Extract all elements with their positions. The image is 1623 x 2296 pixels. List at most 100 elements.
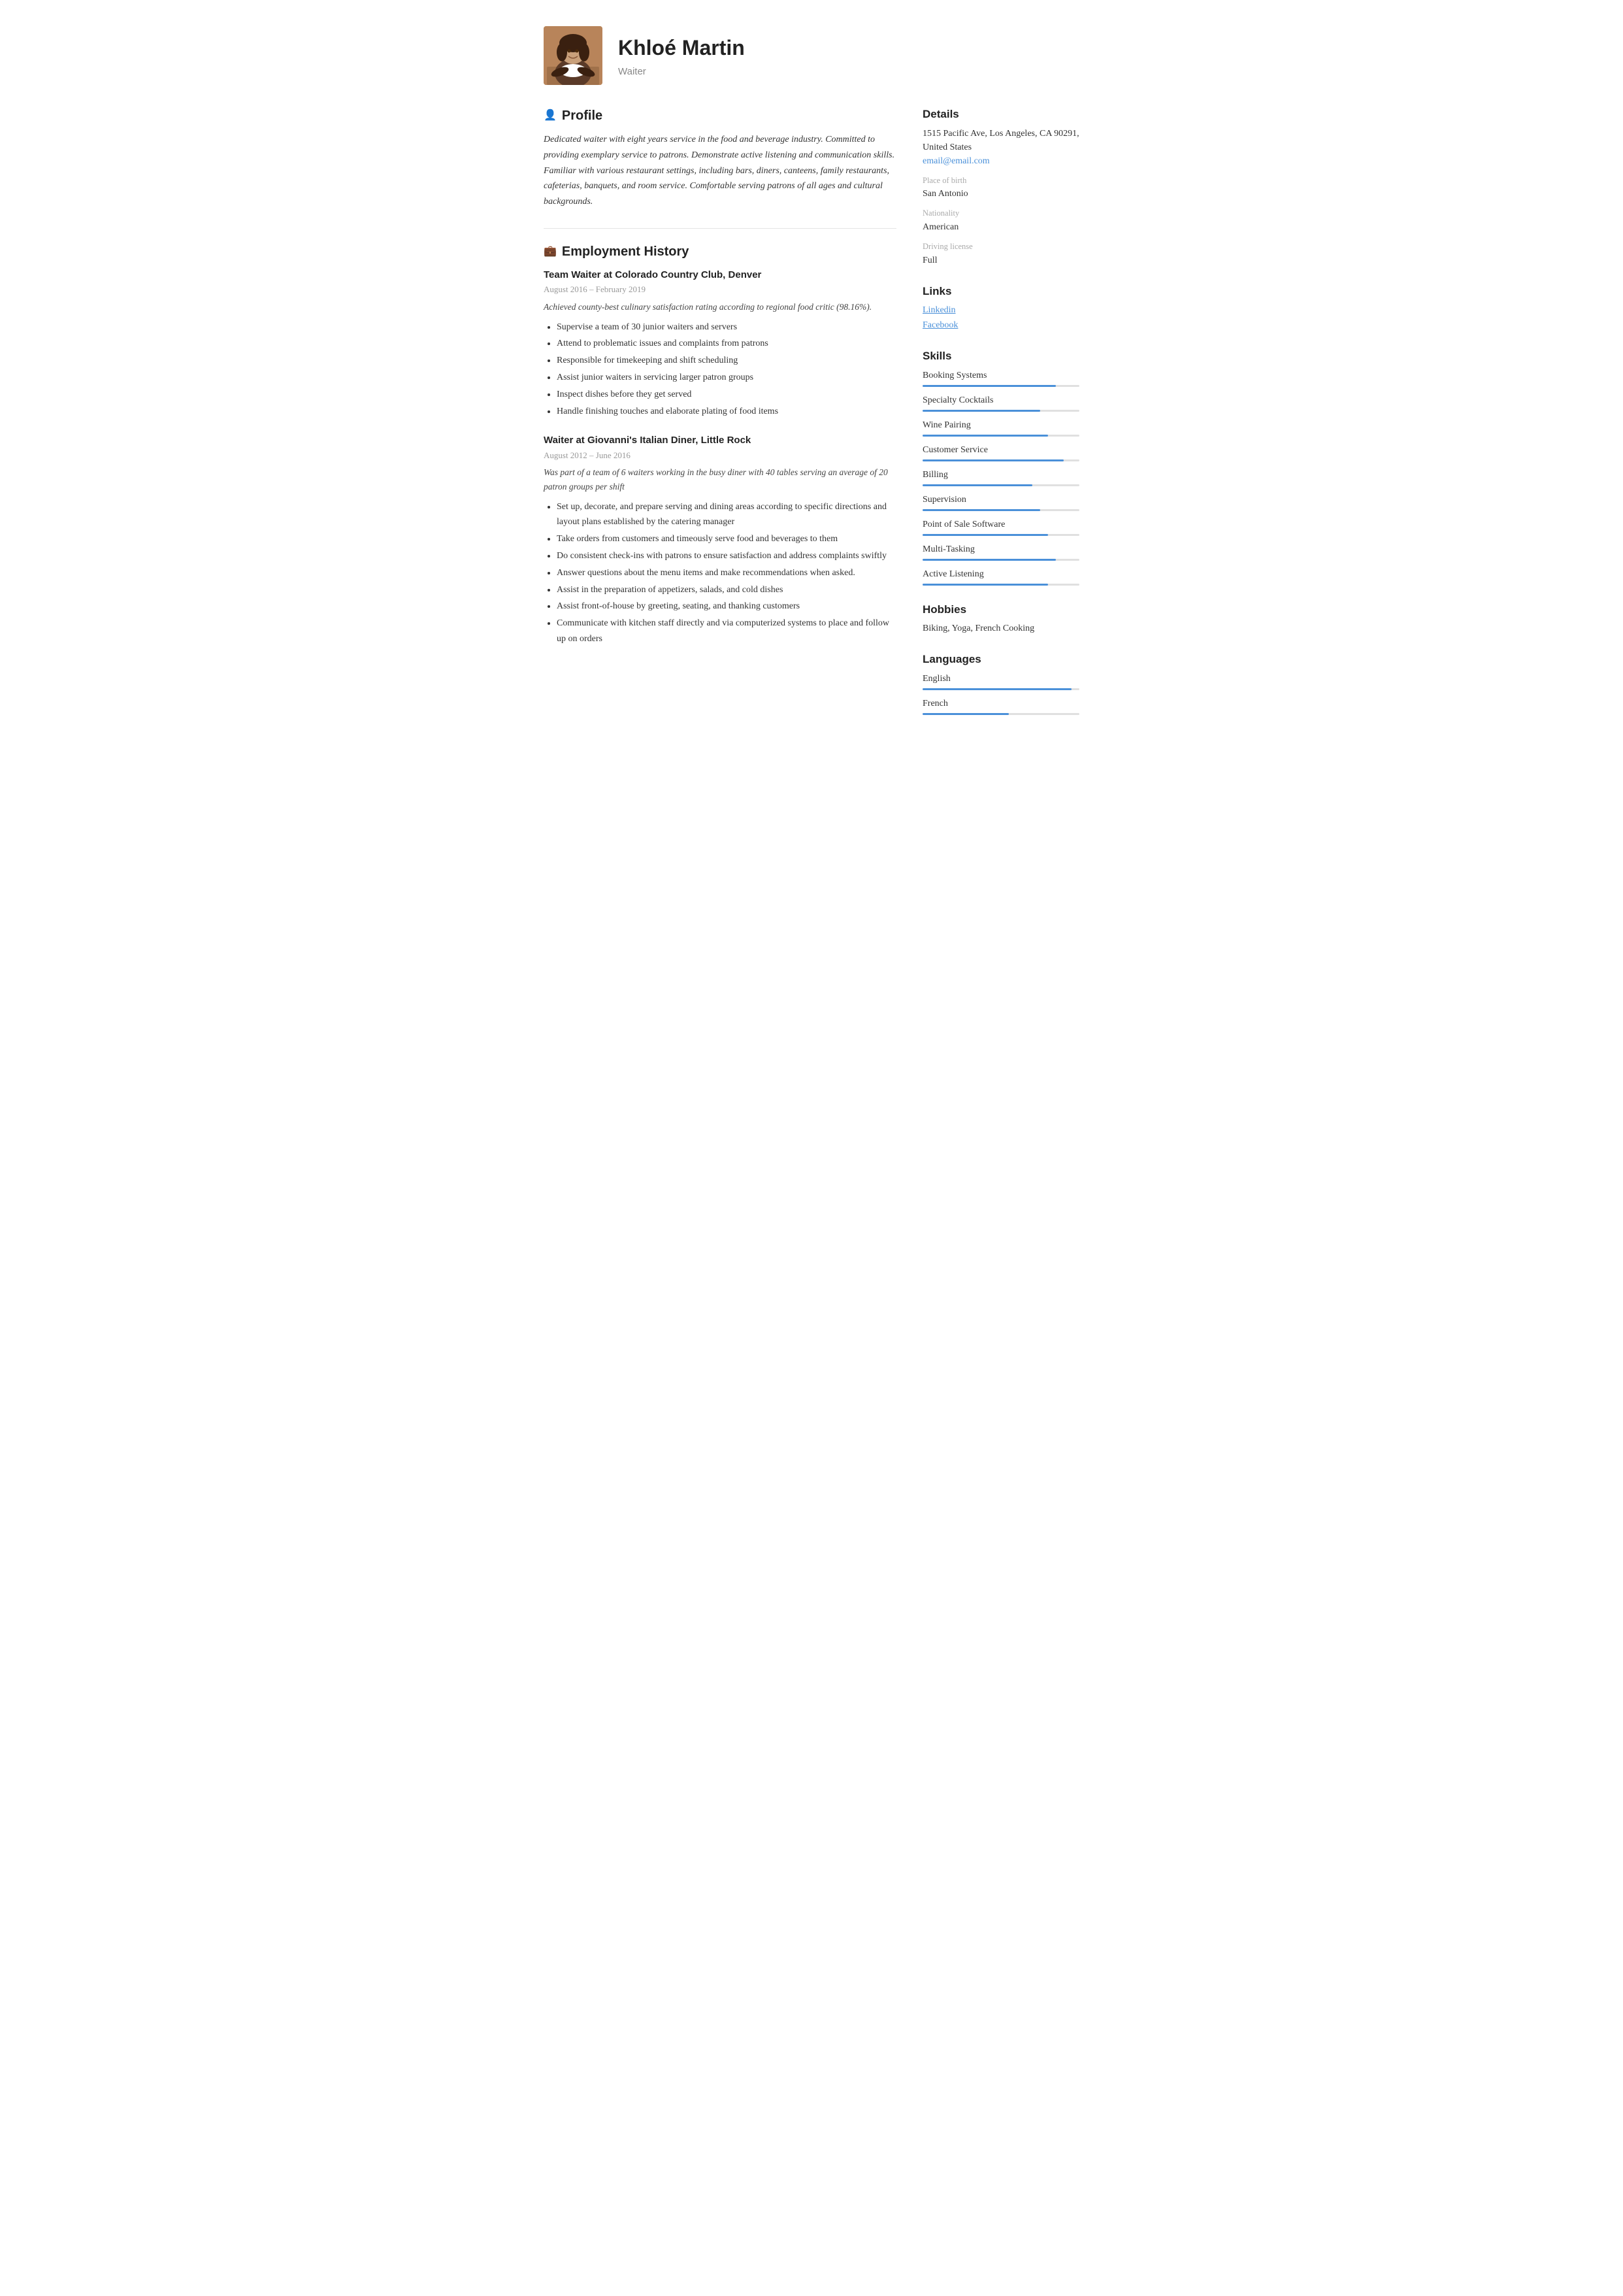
skill-name-5: Supervision <box>923 493 1079 507</box>
hobbies-section-title: Hobbies <box>923 601 1079 618</box>
language-bar-bg-1 <box>923 713 1079 715</box>
links-section: Links Linkedin Facebook <box>923 283 1079 333</box>
skill-bar-fill-7 <box>923 559 1056 561</box>
languages-section: Languages English French <box>923 651 1079 715</box>
language-item-1: French <box>923 697 1079 715</box>
bullet-item: Handle finishing touches and elaborate p… <box>557 404 896 420</box>
skill-bar-fill-5 <box>923 509 1040 511</box>
header-name: Khloé Martin <box>618 32 745 63</box>
left-column: 👤 Profile Dedicated waiter with eight ye… <box>544 106 896 731</box>
language-bar-fill-1 <box>923 713 1009 715</box>
nationality-label: Nationality <box>923 207 1079 220</box>
hobbies-section: Hobbies Biking, Yoga, French Cooking <box>923 601 1079 636</box>
place-of-birth-label: Place of birth <box>923 175 1079 187</box>
language-item-0: English <box>923 672 1079 690</box>
bullet-item: Set up, decorate, and prepare serving an… <box>557 499 896 531</box>
nationality-value: American <box>923 220 1079 234</box>
employment-section-title: 💼 Employment History <box>544 242 896 261</box>
detail-address: 1515 Pacific Ave, Los Angeles, CA 90291,… <box>923 127 1079 154</box>
job-bullets-2: Set up, decorate, and prepare serving an… <box>544 499 896 647</box>
bullet-item: Answer questions about the menu items an… <box>557 565 896 581</box>
skill-name-2: Wine Pairing <box>923 418 1079 432</box>
language-name-1: French <box>923 697 1079 710</box>
skill-bar-fill-0 <box>923 385 1056 387</box>
skill-bar-fill-3 <box>923 459 1064 461</box>
skill-item-8: Active Listening <box>923 567 1079 586</box>
skill-bar-fill-1 <box>923 410 1040 412</box>
skills-section-title: Skills <box>923 348 1079 365</box>
skill-name-7: Multi-Tasking <box>923 542 1079 556</box>
links-section-title: Links <box>923 283 1079 300</box>
profile-section-title: 👤 Profile <box>544 106 896 125</box>
job-title-2: Waiter at Giovanni's Italian Diner, Litt… <box>544 433 896 448</box>
details-section: Details 1515 Pacific Ave, Los Angeles, C… <box>923 106 1079 267</box>
skill-bar-fill-2 <box>923 435 1048 437</box>
details-section-title: Details <box>923 106 1079 123</box>
bullet-item: Communicate with kitchen staff directly … <box>557 616 896 647</box>
job-dates-1: August 2016 – February 2019 <box>544 283 896 296</box>
skill-item-3: Customer Service <box>923 443 1079 461</box>
divider-1 <box>544 228 896 229</box>
skill-name-0: Booking Systems <box>923 369 1079 382</box>
job-summary-2: Was part of a team of 6 waiters working … <box>544 465 896 493</box>
driving-license-label: Driving license <box>923 241 1079 253</box>
languages-section-title: Languages <box>923 651 1079 668</box>
skill-bar-fill-6 <box>923 534 1048 536</box>
avatar <box>544 26 602 85</box>
driving-license-value: Full <box>923 254 1079 267</box>
skills-section: Skills Booking Systems Specialty Cocktai… <box>923 348 1079 586</box>
profile-section: 👤 Profile Dedicated waiter with eight ye… <box>544 106 896 210</box>
right-column: Details 1515 Pacific Ave, Los Angeles, C… <box>923 106 1079 731</box>
skill-bar-bg-7 <box>923 559 1079 561</box>
bullet-item: Inspect dishes before they get served <box>557 387 896 403</box>
link-linkedin[interactable]: Linkedin <box>923 303 1079 317</box>
main-layout: 👤 Profile Dedicated waiter with eight ye… <box>544 106 1079 731</box>
skill-bar-bg-6 <box>923 534 1079 536</box>
language-name-0: English <box>923 672 1079 686</box>
employment-icon: 💼 <box>544 244 557 259</box>
skill-bar-bg-2 <box>923 435 1079 437</box>
skill-item-5: Supervision <box>923 493 1079 511</box>
bullet-item: Assist junior waiters in servicing large… <box>557 370 896 386</box>
job-dates-2: August 2012 – June 2016 <box>544 449 896 462</box>
header-title: Waiter <box>618 65 745 80</box>
job-title-1: Team Waiter at Colorado Country Club, De… <box>544 268 896 283</box>
resume-wrapper: Khloé Martin Waiter 👤 Profile Dedicated … <box>517 0 1106 2296</box>
skill-bar-bg-8 <box>923 584 1079 586</box>
skill-item-6: Point of Sale Software <box>923 518 1079 536</box>
header: Khloé Martin Waiter <box>544 26 1079 85</box>
avatar-image <box>544 26 602 85</box>
job-item-2: Waiter at Giovanni's Italian Diner, Litt… <box>544 433 896 646</box>
skill-bar-bg-1 <box>923 410 1079 412</box>
skill-bar-bg-0 <box>923 385 1079 387</box>
language-bar-bg-0 <box>923 688 1079 690</box>
skill-bar-bg-5 <box>923 509 1079 511</box>
bullet-item: Responsible for timekeeping and shift sc… <box>557 353 896 369</box>
skill-item-1: Specialty Cocktails <box>923 393 1079 412</box>
skill-name-3: Customer Service <box>923 443 1079 457</box>
job-bullets-1: Supervise a team of 30 junior waiters an… <box>544 320 896 420</box>
bullet-item: Supervise a team of 30 junior waiters an… <box>557 320 896 335</box>
bullet-item: Assist front-of-house by greeting, seati… <box>557 599 896 614</box>
skill-name-1: Specialty Cocktails <box>923 393 1079 407</box>
link-facebook[interactable]: Facebook <box>923 318 1079 332</box>
skill-bar-fill-4 <box>923 484 1032 486</box>
profile-icon: 👤 <box>544 108 557 124</box>
skill-bar-bg-3 <box>923 459 1079 461</box>
bullet-item: Attend to problematic issues and complai… <box>557 336 896 352</box>
detail-email: email@email.com <box>923 154 1079 168</box>
job-item-1: Team Waiter at Colorado Country Club, De… <box>544 268 896 419</box>
profile-text: Dedicated waiter with eight years servic… <box>544 132 896 210</box>
skill-bar-fill-8 <box>923 584 1048 586</box>
skill-item-7: Multi-Tasking <box>923 542 1079 561</box>
employment-section: 💼 Employment History Team Waiter at Colo… <box>544 242 896 647</box>
language-bar-fill-0 <box>923 688 1072 690</box>
bullet-item: Take orders from customers and timeously… <box>557 531 896 547</box>
skill-item-4: Billing <box>923 468 1079 486</box>
bullet-item: Do consistent check-ins with patrons to … <box>557 548 896 564</box>
header-info: Khloé Martin Waiter <box>618 32 745 80</box>
skill-item-2: Wine Pairing <box>923 418 1079 437</box>
skill-name-8: Active Listening <box>923 567 1079 581</box>
skill-item-0: Booking Systems <box>923 369 1079 387</box>
hobbies-text: Biking, Yoga, French Cooking <box>923 622 1079 635</box>
